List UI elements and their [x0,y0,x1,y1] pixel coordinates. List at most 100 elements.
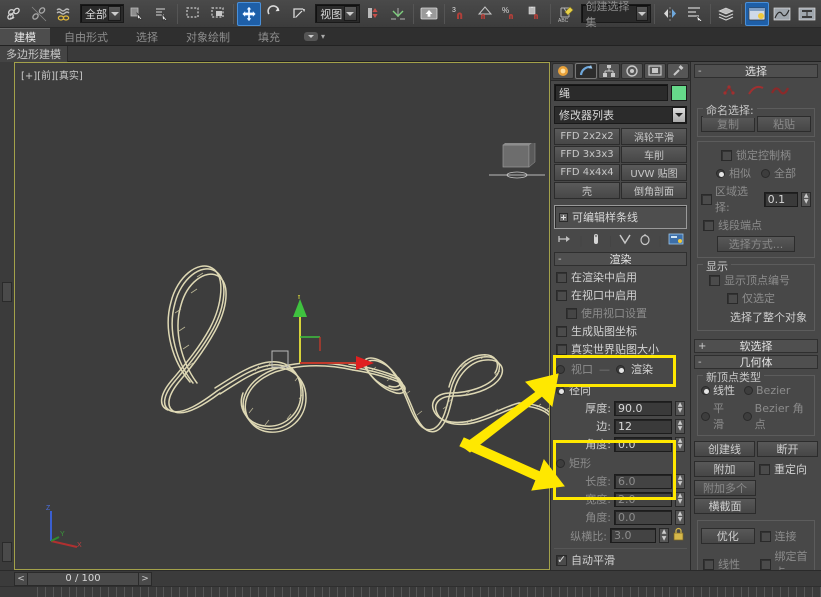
transform-gizmo[interactable]: Y [270,295,400,395]
selected-only-row[interactable]: 仅选定 [701,289,811,307]
enable-in-renderer-checkbox[interactable] [556,272,567,283]
use-viewport-settings-row[interactable]: 使用视口设置 [554,304,687,322]
track-bar[interactable] [0,586,821,597]
break-button[interactable]: 断开 [757,441,818,457]
stack-item-editable-spline[interactable]: 可编辑样条线 [557,208,684,226]
use-pivot-point-center-icon[interactable] [361,2,385,26]
ribbon-minimize-icon[interactable]: ▾ [321,32,325,41]
object-name-field[interactable]: 绳 [554,84,668,101]
ribbon-tab-populate[interactable]: 填充 [244,28,294,45]
select-and-move-icon[interactable] [237,2,261,26]
motion-tab[interactable] [621,63,643,79]
viewport-radio[interactable] [556,365,565,374]
select-by-button[interactable]: 选择方式... [717,236,795,252]
ribbon-options-menu[interactable]: ▾ [304,28,325,45]
modifier-stack-list[interactable]: 可编辑样条线 [554,205,687,229]
auto-smooth-row[interactable]: 自动平滑 [554,548,687,569]
radial-radio[interactable] [556,386,565,395]
display-tab[interactable] [644,63,666,79]
attach-button[interactable]: 附加 [694,461,755,477]
rail-handle-bottom[interactable] [2,542,12,562]
segment-subobject-icon[interactable] [747,83,765,100]
soft-selection-rollout-header[interactable]: + 软选择 [694,339,818,353]
auto-smooth-checkbox[interactable] [556,555,567,566]
width-spinner[interactable]: ▲▼ [675,492,685,507]
sides-spinner[interactable]: ▲▼ [675,419,685,434]
modifier-uvw-map[interactable]: UVW 贴图 [621,164,687,181]
chevron-down-icon[interactable] [672,107,686,123]
upload-icon[interactable] [417,2,441,26]
utilities-tab[interactable] [667,63,689,79]
hierarchy-tab[interactable] [598,63,620,79]
create-line-button[interactable]: 创建线 [694,441,755,457]
modify-tab[interactable] [575,63,597,79]
generate-mapping-coords-row[interactable]: 生成贴图坐标 [554,322,687,340]
prev-frame-button[interactable]: < [14,572,28,586]
remove-modifier-icon[interactable] [638,232,652,249]
modifier-ffd-2x2x2[interactable]: FFD 2x2x2 [554,128,620,145]
align-icon[interactable] [683,2,707,26]
rectangular-radio-row[interactable]: 矩形 [554,453,687,472]
unlink-selection-icon[interactable] [27,2,51,26]
chevron-down-icon[interactable] [304,32,318,41]
paste-button[interactable]: 粘贴 [757,116,811,132]
vertex-subobject-icon[interactable] [723,83,741,100]
pin-stack-icon[interactable] [557,232,573,249]
generate-mapping-coords-checkbox[interactable] [556,326,567,337]
selected-only-checkbox[interactable] [727,293,738,304]
linear-radio[interactable] [701,386,710,395]
cross-section-button[interactable]: 横截面 [694,498,756,514]
rectangular-selection-region-icon[interactable] [181,2,205,26]
rail-handle-top[interactable] [2,282,12,302]
render-rollout-header[interactable]: - 渲染 [554,252,687,266]
ribbon-tab-modeling[interactable]: 建模 [0,28,50,45]
refine-button[interactable]: 优化 [701,528,755,544]
snaps-toggle-icon[interactable] [386,2,410,26]
width-field[interactable]: 2.0 [614,492,672,507]
connect-checkbox[interactable] [760,531,771,542]
expand-plus-icon[interactable]: + [698,341,706,352]
bind-first-row[interactable]: 绑定首点 [758,547,812,570]
geometry-rollout-header[interactable]: - 几何体 [694,355,818,369]
modifier-turbosmooth[interactable]: 涡轮平滑 [621,128,687,145]
show-vertex-numbers-checkbox[interactable] [709,275,720,286]
radial-angle-field[interactable]: 0.0 [614,437,672,452]
bezier-radio[interactable] [744,386,753,395]
object-color-swatch[interactable] [671,85,687,101]
linear-checkbox[interactable] [703,559,714,570]
area-selection-field[interactable]: 0.1 [764,192,799,207]
render-radio[interactable] [616,365,625,374]
thickness-spinner[interactable]: ▲▼ [675,401,685,416]
material-editor-icon[interactable] [745,2,769,26]
show-end-result-icon[interactable] [589,232,603,249]
rectangular-radio[interactable] [556,459,565,468]
viewport-front[interactable]: [+][前][真实] [14,62,550,570]
named-selection-sets-combo[interactable]: 创建选择集 [581,4,652,23]
modifier-ffd-4x4x4[interactable]: FFD 4x4x4 [554,164,620,181]
chevron-down-icon[interactable] [636,6,648,21]
bind-first-checkbox[interactable] [760,559,771,570]
rect-angle-spinner[interactable]: ▲▼ [675,510,685,525]
chevron-down-icon[interactable] [344,6,357,21]
spline-subobject-icon[interactable] [771,83,789,100]
enable-in-viewport-row[interactable]: 在视口中启用 [554,286,687,304]
segment-end-row[interactable]: 线段端点 [701,216,811,234]
layer-manager-icon[interactable] [714,2,738,26]
make-unique-icon[interactable] [618,232,632,249]
area-selection-checkbox[interactable] [701,194,712,205]
angle-snap-toggle-icon[interactable] [473,2,497,26]
modifier-lathe[interactable]: 车削 [621,146,687,163]
schematic-view-icon[interactable] [795,2,819,26]
expand-plus-icon[interactable] [559,213,568,222]
bezier-corner-radio[interactable] [743,412,752,421]
area-selection-spinner[interactable]: ▲▼ [801,192,811,207]
ribbon-tab-selection[interactable]: 选择 [122,28,172,45]
next-frame-button[interactable]: > [138,572,152,586]
show-vertex-numbers-row[interactable]: 显示顶点编号 [701,271,811,289]
selection-rollout-header[interactable]: - 选择 [694,64,818,78]
reference-coordinate-system-combo[interactable]: 视图 [315,4,359,23]
modifier-shell[interactable]: 壳 [554,182,620,199]
modifier-ffd-3x3x3[interactable]: FFD 3x3x3 [554,146,620,163]
lock-handles-row[interactable]: 锁定控制柄 [701,146,811,164]
thickness-field[interactable]: 90.0 [614,401,672,416]
